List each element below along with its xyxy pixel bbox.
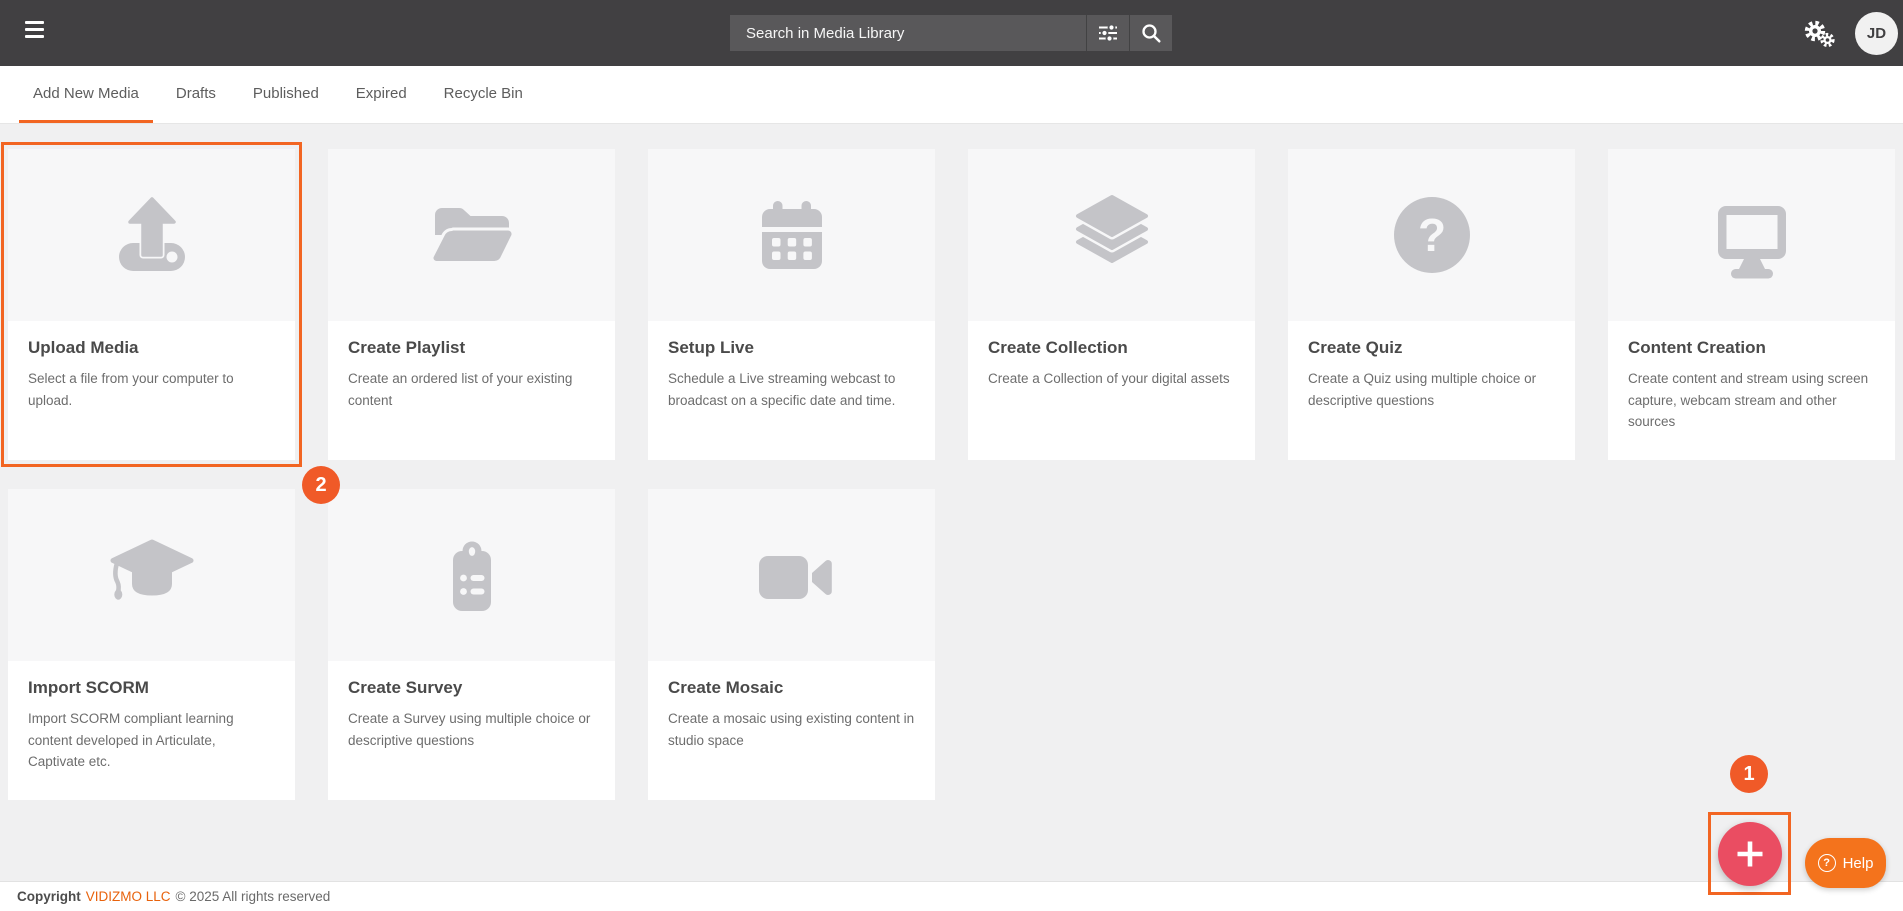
question-circle-icon: ? <box>1288 149 1575 321</box>
card-description: Create an ordered list of your existing … <box>348 368 595 411</box>
card-title: Import SCORM <box>28 678 275 698</box>
card-create-mosaic[interactable]: Create Mosaic Create a mosaic using exis… <box>648 489 935 800</box>
card-upload-media[interactable]: Upload Media Select a file from your com… <box>8 149 295 460</box>
footer: Copyright VIDIZMO LLC © 2025 All rights … <box>0 881 1903 911</box>
card-content-creation[interactable]: Content Creation Create content and stre… <box>1608 149 1895 460</box>
card-description: Create a Quiz using multiple choice or d… <box>1308 368 1555 411</box>
filter-button[interactable] <box>1086 15 1129 51</box>
card-setup-live[interactable]: Setup Live Schedule a Live streaming web… <box>648 149 935 460</box>
card-title: Content Creation <box>1628 338 1875 358</box>
clipboard-list-icon <box>328 489 615 661</box>
card-description: Create a mosaic using existing content i… <box>668 708 915 751</box>
tab-bar: Add New Media Drafts Published Expired R… <box>0 66 1903 124</box>
layers-icon <box>968 149 1255 321</box>
card-create-quiz[interactable]: ? Create Quiz Create a Quiz using multip… <box>1288 149 1575 460</box>
help-question-icon: ? <box>1818 854 1836 872</box>
hamburger-menu-icon[interactable] <box>25 21 49 45</box>
card-description: Create content and stream using screen c… <box>1628 368 1875 433</box>
top-bar: JD <box>0 0 1903 66</box>
media-library-page: JD Add New Media Drafts Published Expire… <box>0 0 1903 911</box>
search-input[interactable] <box>730 15 1086 51</box>
card-title: Create Survey <box>348 678 595 698</box>
svg-text:?: ? <box>1417 209 1445 261</box>
upload-icon <box>8 149 295 321</box>
calendar-icon <box>648 149 935 321</box>
monitor-icon <box>1608 149 1895 321</box>
card-title: Create Quiz <box>1308 338 1555 358</box>
footer-company-link[interactable]: VIDIZMO LLC <box>86 889 171 904</box>
card-description: Schedule a Live streaming webcast to bro… <box>668 368 915 411</box>
footer-copyright-label: Copyright <box>17 889 81 904</box>
search-icon <box>1140 22 1162 44</box>
add-media-fab[interactable] <box>1718 822 1782 886</box>
filter-sliders-icon <box>1096 21 1120 45</box>
graduation-cap-icon <box>8 489 295 661</box>
card-create-playlist[interactable]: Create Playlist Create an ordered list o… <box>328 149 615 460</box>
card-description: Select a file from your computer to uplo… <box>28 368 275 411</box>
content-area: Upload Media Select a file from your com… <box>0 124 1903 881</box>
user-avatar[interactable]: JD <box>1855 12 1898 55</box>
help-button[interactable]: ? Help <box>1805 838 1886 888</box>
card-description: Import SCORM compliant learning content … <box>28 708 275 773</box>
annotation-step-2-badge: 2 <box>302 466 340 504</box>
annotation-step-1-badge: 1 <box>1730 755 1768 793</box>
search-bar <box>730 15 1172 51</box>
video-camera-icon <box>648 489 935 661</box>
card-title: Create Playlist <box>348 338 595 358</box>
card-description: Create a Survey using multiple choice or… <box>348 708 595 751</box>
gears-icon <box>1802 19 1836 49</box>
card-title: Upload Media <box>28 338 275 358</box>
card-create-survey[interactable]: Create Survey Create a Survey using mult… <box>328 489 615 800</box>
search-button[interactable] <box>1129 15 1172 51</box>
card-title: Setup Live <box>668 338 915 358</box>
tab-recycle-bin[interactable]: Recycle Bin <box>430 66 537 123</box>
folder-open-icon <box>328 149 615 321</box>
cards-grid: Upload Media Select a file from your com… <box>0 124 1903 800</box>
settings-button[interactable] <box>1802 19 1836 49</box>
card-title: Create Collection <box>988 338 1235 358</box>
tab-published[interactable]: Published <box>239 66 333 123</box>
tab-drafts[interactable]: Drafts <box>162 66 230 123</box>
card-create-collection[interactable]: Create Collection Create a Collection of… <box>968 149 1255 460</box>
card-description: Create a Collection of your digital asse… <box>988 368 1235 390</box>
tab-add-new-media[interactable]: Add New Media <box>19 66 153 123</box>
help-label: Help <box>1843 855 1874 872</box>
card-title: Create Mosaic <box>668 678 915 698</box>
tab-expired[interactable]: Expired <box>342 66 421 123</box>
footer-rights-text: © 2025 All rights reserved <box>176 889 331 904</box>
plus-icon <box>1734 838 1766 870</box>
card-import-scorm[interactable]: Import SCORM Import SCORM compliant lear… <box>8 489 295 800</box>
